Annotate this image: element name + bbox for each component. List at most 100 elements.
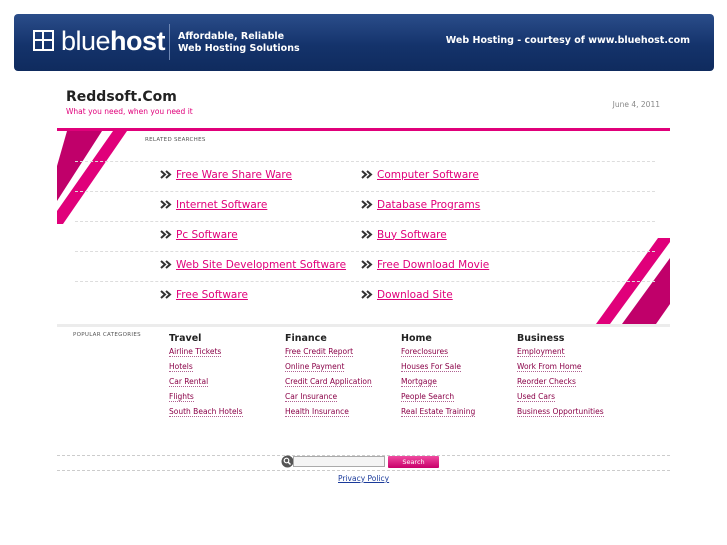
- category-link[interactable]: Employment: [517, 346, 604, 361]
- link-row: Free Ware Share Ware Computer Software: [75, 161, 655, 191]
- related-link[interactable]: Computer Software: [360, 168, 479, 181]
- tagline-line-1: Affordable, Reliable: [178, 31, 285, 42]
- related-link-text[interactable]: Internet Software: [176, 199, 267, 211]
- category-column-travel: Travel Airline Tickets Hotels Car Rental…: [169, 333, 243, 421]
- related-link-text[interactable]: Free Ware Share Ware: [176, 169, 292, 181]
- category-link[interactable]: Health Insurance: [285, 406, 372, 421]
- related-link-text[interactable]: Download Site: [377, 289, 453, 301]
- banner-courtesy-link[interactable]: Web Hosting - courtesy of www.bluehost.c…: [446, 35, 690, 46]
- related-link[interactable]: Free Ware Share Ware: [159, 168, 292, 181]
- category-column-business: Business Employment Work From Home Reord…: [517, 333, 604, 421]
- double-arrow-icon: [361, 290, 373, 299]
- double-arrow-icon: [361, 170, 373, 179]
- category-link[interactable]: Houses For Sale: [401, 361, 475, 376]
- related-link[interactable]: Internet Software: [159, 198, 267, 211]
- related-link-text[interactable]: Pc Software: [176, 229, 238, 241]
- bluehost-logo-icon: [33, 30, 54, 51]
- category-link-text[interactable]: People Search: [401, 392, 455, 402]
- related-link-text[interactable]: Free Download Movie: [377, 259, 489, 271]
- category-link-text[interactable]: Online Payment: [285, 362, 345, 372]
- site-subtitle: What you need, when you need it: [66, 107, 193, 116]
- category-link[interactable]: Car Rental: [169, 376, 243, 391]
- category-heading: Travel: [169, 333, 202, 344]
- category-link-text[interactable]: Work From Home: [517, 362, 582, 372]
- category-link[interactable]: Hotels: [169, 361, 243, 376]
- tagline-line-2: Web Hosting Solutions: [178, 43, 300, 54]
- category-link-text[interactable]: Foreclosures: [401, 347, 449, 357]
- related-link-text[interactable]: Computer Software: [377, 169, 479, 181]
- related-link[interactable]: Web Site Development Software: [159, 258, 346, 271]
- categories-band: [57, 324, 670, 327]
- related-link-text[interactable]: Web Site Development Software: [176, 259, 346, 271]
- category-link-text[interactable]: Flights: [169, 392, 194, 402]
- bluehost-logo[interactable]: bluehost: [61, 26, 166, 56]
- popular-categories-label: POPULAR CATEGORIES: [73, 332, 141, 338]
- category-link-text[interactable]: Employment: [517, 347, 565, 357]
- category-heading: Home: [401, 333, 432, 344]
- bluehost-banner[interactable]: bluehost Affordable, Reliable Web Hostin…: [14, 14, 714, 71]
- related-link-text[interactable]: Database Programs: [377, 199, 480, 211]
- category-link[interactable]: Online Payment: [285, 361, 372, 376]
- related-searches-label: RELATED SEARCHES: [145, 137, 206, 143]
- category-link-text[interactable]: Credit Card Application: [285, 377, 372, 387]
- category-link-text[interactable]: Free Credit Report: [285, 347, 354, 357]
- category-link[interactable]: Real Estate Training: [401, 406, 476, 421]
- category-link-text[interactable]: Mortgage: [401, 377, 437, 387]
- category-link-text[interactable]: Business Opportunities: [517, 407, 604, 417]
- related-link[interactable]: Download Site: [360, 288, 453, 301]
- category-link[interactable]: Car Insurance: [285, 391, 372, 406]
- double-arrow-icon: [160, 260, 172, 269]
- category-link[interactable]: Business Opportunities: [517, 406, 604, 421]
- category-link[interactable]: Free Credit Report: [285, 346, 372, 361]
- banner-divider: [169, 24, 170, 60]
- category-link-text[interactable]: Hotels: [169, 362, 193, 372]
- category-link[interactable]: Foreclosures: [401, 346, 475, 361]
- category-link[interactable]: Reorder Checks: [517, 376, 604, 391]
- category-link[interactable]: People Search: [401, 391, 475, 406]
- category-link[interactable]: Mortgage: [401, 376, 475, 391]
- related-link[interactable]: Database Programs: [360, 198, 480, 211]
- site-date: June 4, 2011: [612, 100, 660, 109]
- double-arrow-icon: [361, 260, 373, 269]
- related-link-text[interactable]: Buy Software: [377, 229, 447, 241]
- category-heading: Business: [517, 333, 565, 344]
- double-arrow-icon: [160, 230, 172, 239]
- search-button[interactable]: Search: [388, 456, 439, 468]
- search-divider-bottom: [57, 470, 670, 471]
- double-arrow-icon: [160, 200, 172, 209]
- category-link-text[interactable]: Health Insurance: [285, 407, 349, 417]
- link-row: Free Software Download Site: [75, 281, 655, 311]
- related-link[interactable]: Buy Software: [360, 228, 447, 241]
- category-link-text[interactable]: Real Estate Training: [401, 407, 476, 417]
- category-link-text[interactable]: Reorder Checks: [517, 377, 576, 387]
- header-rule: [57, 128, 670, 131]
- category-link-text[interactable]: South Beach Hotels: [169, 407, 243, 417]
- search-input[interactable]: [293, 456, 385, 467]
- double-arrow-icon: [160, 290, 172, 299]
- category-column-finance: Finance Free Credit Report Online Paymen…: [285, 333, 372, 421]
- privacy-policy-link[interactable]: Privacy Policy: [338, 474, 389, 483]
- category-link-text[interactable]: Used Cars: [517, 392, 555, 402]
- related-link[interactable]: Free Software: [159, 288, 248, 301]
- category-link[interactable]: South Beach Hotels: [169, 406, 243, 421]
- related-link[interactable]: Free Download Movie: [360, 258, 489, 271]
- category-link-text[interactable]: Car Insurance: [285, 392, 338, 402]
- category-link[interactable]: Airline Tickets: [169, 346, 243, 361]
- category-link-text[interactable]: Airline Tickets: [169, 347, 222, 357]
- category-link[interactable]: Credit Card Application: [285, 376, 372, 391]
- category-heading: Finance: [285, 333, 327, 344]
- link-row: Web Site Development Software Free Downl…: [75, 251, 655, 281]
- category-column-home: Home Foreclosures Houses For Sale Mortga…: [401, 333, 476, 421]
- double-arrow-icon: [361, 230, 373, 239]
- related-link-text[interactable]: Free Software: [176, 289, 248, 301]
- double-arrow-icon: [361, 200, 373, 209]
- double-arrow-icon: [160, 170, 172, 179]
- related-link[interactable]: Pc Software: [159, 228, 238, 241]
- category-link[interactable]: Used Cars: [517, 391, 604, 406]
- category-link-text[interactable]: Car Rental: [169, 377, 209, 387]
- logo-text-bold: host: [110, 26, 166, 56]
- category-link[interactable]: Work From Home: [517, 361, 604, 376]
- category-link-text[interactable]: Houses For Sale: [401, 362, 461, 372]
- category-link[interactable]: Flights: [169, 391, 243, 406]
- site-title: Reddsoft.Com: [66, 89, 177, 105]
